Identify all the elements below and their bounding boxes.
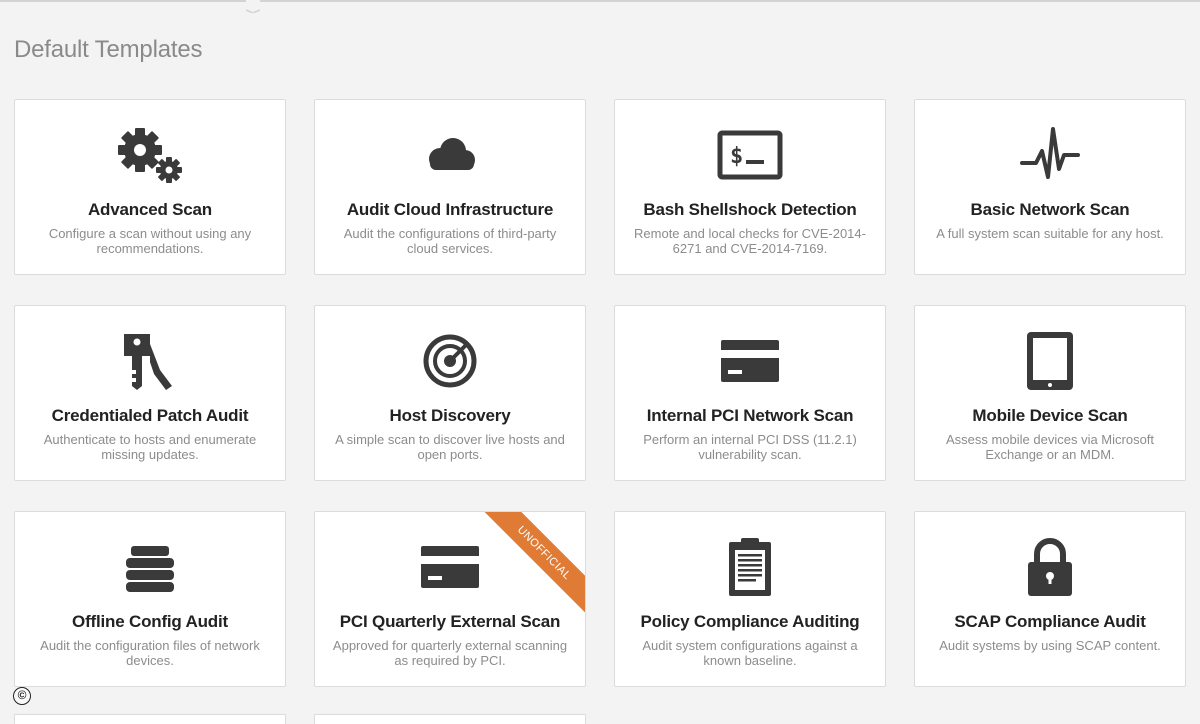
section-title: Default Templates	[14, 36, 203, 63]
template-card-scap-compliance-audit[interactable]: SCAP Compliance Audit Audit systems by u…	[914, 511, 1186, 687]
card-title: Basic Network Scan	[970, 200, 1130, 219]
card-title: SCAP Compliance Audit	[954, 612, 1146, 631]
keys-icon	[15, 328, 285, 394]
tab-divider-right	[260, 0, 1200, 2]
radar-icon	[315, 328, 585, 394]
card-title: Audit Cloud Infrastructure	[346, 200, 554, 219]
card-title: Host Discovery	[389, 406, 511, 425]
template-card-advanced-scan[interactable]: Advanced Scan Configure a scan without u…	[14, 99, 286, 275]
tablet-icon	[915, 328, 1185, 394]
terminal-icon: $	[615, 122, 885, 188]
gears-icon	[15, 122, 285, 188]
card-description: Authenticate to hosts and enumerate miss…	[43, 432, 257, 462]
cloud-icon	[315, 122, 585, 188]
template-card-internal-pci-network-scan[interactable]: Internal PCI Network Scan Perform an int…	[614, 305, 886, 481]
server-stack-icon	[15, 534, 285, 600]
template-card-partial[interactable]	[14, 714, 286, 724]
card-description: Audit the configurations of third-party …	[343, 226, 557, 256]
card-description: Audit the configuration files of network…	[40, 638, 260, 668]
clipboard-icon	[615, 534, 885, 600]
card-description: Approved for quarterly external scanning…	[332, 638, 568, 668]
template-card-partial[interactable]	[314, 714, 586, 724]
template-card-audit-cloud-infrastructure[interactable]: Audit Cloud Infrastructure Audit the con…	[314, 99, 586, 275]
template-card-credentialed-patch-audit[interactable]: Credentialed Patch Audit Authenticate to…	[14, 305, 286, 481]
template-card-bash-shellshock-detection[interactable]: $ Bash Shellshock Detection Remote and l…	[614, 99, 886, 275]
template-card-basic-network-scan[interactable]: Basic Network Scan A full system scan su…	[914, 99, 1186, 275]
card-description: Audit systems by using SCAP content.	[939, 638, 1161, 653]
card-description: Assess mobile devices via Microsoft Exch…	[945, 432, 1155, 462]
card-description: A simple scan to discover live hosts and…	[335, 432, 565, 462]
tab-divider-left	[0, 0, 246, 2]
card-title: Internal PCI Network Scan	[646, 406, 854, 425]
card-title: PCI Quarterly External Scan	[339, 612, 561, 631]
pulse-icon	[915, 122, 1185, 188]
tab-bar-edge	[0, 0, 1200, 14]
active-tab-notch	[245, 0, 261, 14]
card-title: Mobile Device Scan	[972, 406, 1128, 425]
template-card-policy-compliance-auditing[interactable]: Policy Compliance Auditing Audit system …	[614, 511, 886, 687]
template-card-pci-quarterly-external-scan[interactable]: UNOFFICIAL PCI Quarterly External Scan A…	[314, 511, 586, 687]
card-description: A full system scan suitable for any host…	[936, 226, 1164, 241]
template-card-host-discovery[interactable]: Host Discovery A simple scan to discover…	[314, 305, 586, 481]
card-title: Bash Shellshock Detection	[643, 200, 857, 219]
credit-card-icon	[615, 328, 885, 394]
template-card-offline-config-audit[interactable]: Offline Config Audit Audit the configura…	[14, 511, 286, 687]
card-description: Audit system configurations against a kn…	[642, 638, 858, 668]
card-title: Policy Compliance Auditing	[640, 612, 860, 631]
card-title: Credentialed Patch Audit	[51, 406, 249, 425]
template-card-mobile-device-scan[interactable]: Mobile Device Scan Assess mobile devices…	[914, 305, 1186, 481]
padlock-icon	[915, 534, 1185, 600]
card-description: Remote and local checks for CVE-2014-627…	[634, 226, 866, 256]
card-description: Configure a scan without using any recom…	[48, 226, 252, 256]
svg-text:$: $	[730, 144, 743, 169]
card-title: Offline Config Audit	[72, 612, 228, 631]
copyright-icon: ©	[13, 687, 31, 705]
card-title: Advanced Scan	[87, 200, 212, 219]
card-description: Perform an internal PCI DSS (11.2.1) vul…	[643, 432, 857, 462]
